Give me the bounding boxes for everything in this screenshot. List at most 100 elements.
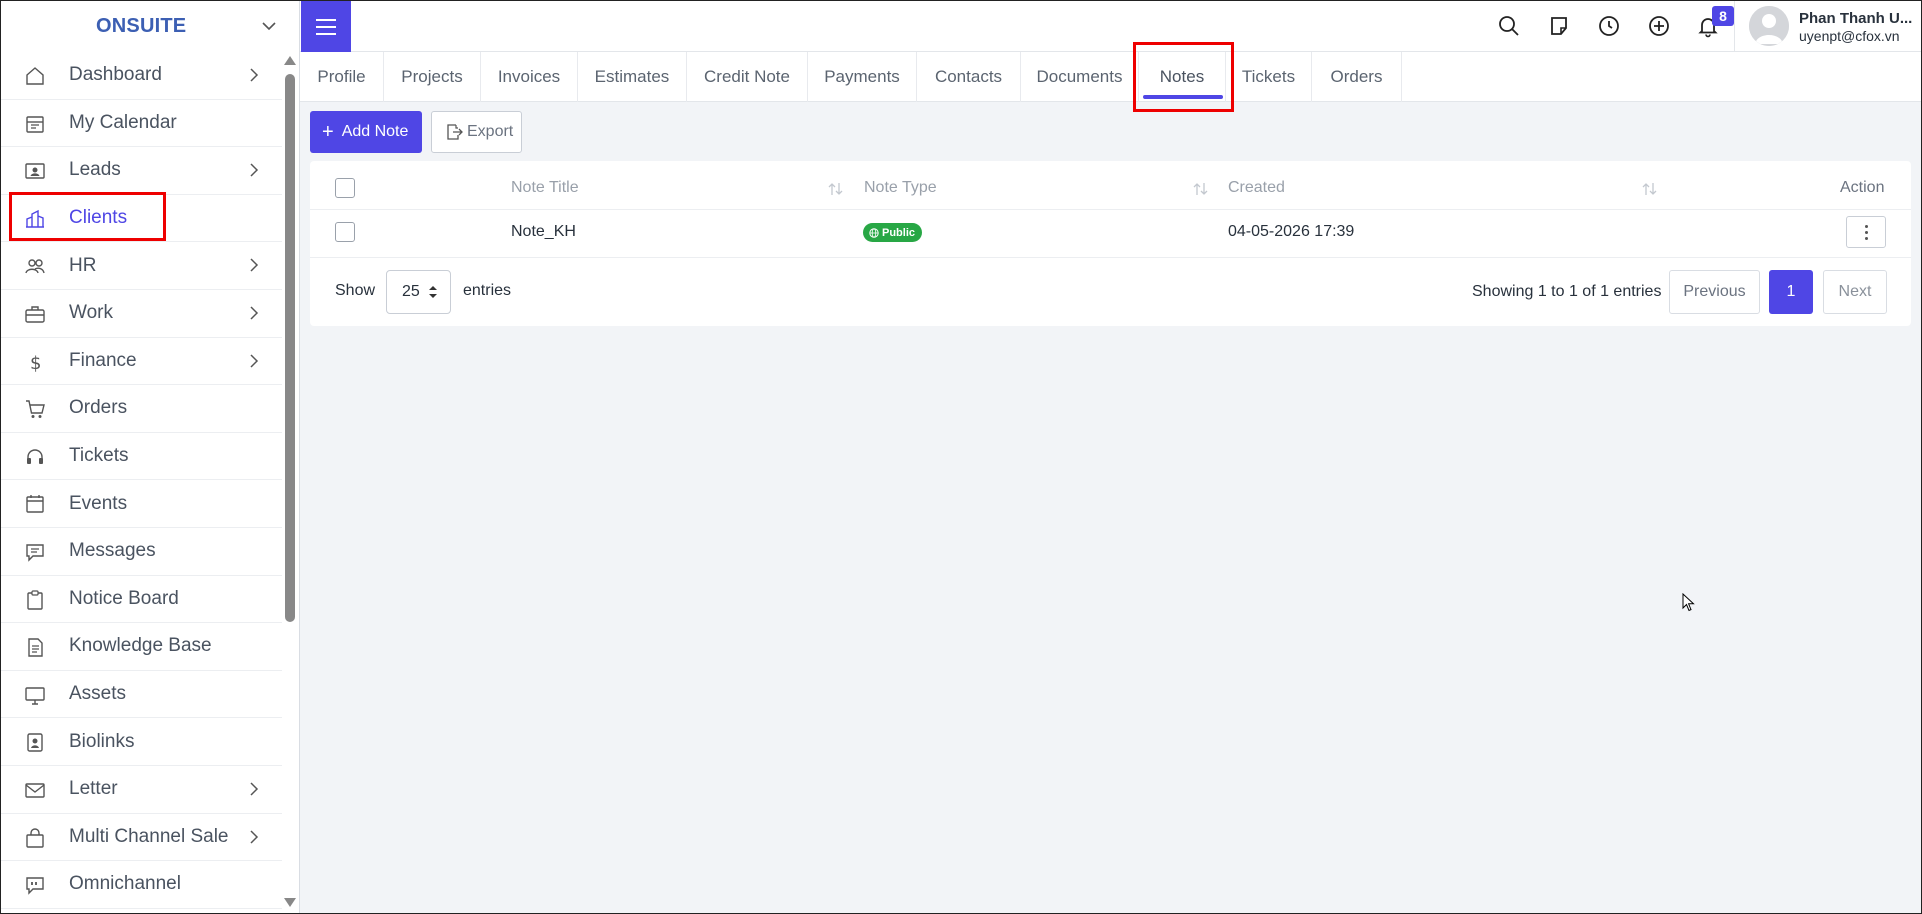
table-header-divider — [310, 209, 1911, 210]
monitor-icon — [25, 687, 45, 705]
sidebar-item-hr[interactable]: HR — [0, 242, 282, 290]
add-circle-icon[interactable] — [1647, 14, 1671, 38]
scrollbar-thumb[interactable] — [285, 74, 295, 622]
user-name[interactable]: Phan Thanh U... — [1799, 10, 1912, 27]
chevron-right-icon[interactable] — [247, 829, 261, 845]
tab-orders[interactable]: Orders — [1312, 52, 1402, 102]
show-label: Show — [335, 282, 376, 299]
select-all-checkbox[interactable] — [335, 178, 355, 198]
badge-person-icon — [27, 733, 43, 753]
column-header-note-title[interactable]: Note Title — [511, 179, 579, 197]
note-title-cell[interactable]: Note_KH — [511, 223, 576, 241]
sidebar-item-label: Events — [69, 492, 128, 514]
top-header: 8 Phan Thanh U... uyenpt@cfox.vn — [300, 0, 1922, 52]
page-size-value: 25 — [402, 283, 420, 300]
sidebar-item-work[interactable]: Work — [0, 290, 282, 338]
column-header-note-type[interactable]: Note Type — [864, 179, 937, 197]
created-cell: 04-05-2026 17:39 — [1228, 223, 1355, 240]
export-icon — [447, 124, 463, 140]
sidebar-item-omnichannel[interactable]: Omnichannel — [0, 861, 282, 909]
sidebar-item-leads[interactable]: Leads — [0, 147, 282, 195]
sidebar-item-label: Biolinks — [69, 730, 135, 752]
contact-card-icon — [25, 163, 45, 179]
tab-contacts[interactable]: Contacts — [917, 52, 1021, 102]
headset-icon — [27, 449, 43, 464]
sticky-note-icon[interactable] — [1547, 14, 1571, 38]
pagination-info: Showing 1 to 1 of 1 entries — [1472, 283, 1662, 300]
sidebar-item-finance[interactable]: $ Finance — [0, 338, 282, 386]
message-icon — [26, 544, 44, 562]
table-row-divider — [310, 257, 1911, 258]
tab-projects[interactable]: Projects — [384, 52, 481, 102]
sidebar-item-label: Orders — [69, 397, 128, 419]
previous-page-button[interactable]: Previous — [1669, 270, 1760, 314]
sort-icon[interactable] — [1641, 181, 1659, 197]
add-note-button[interactable]: + Add Note — [310, 111, 422, 153]
sidebar-item-my-calendar[interactable]: My Calendar — [0, 100, 282, 148]
tab-tickets[interactable]: Tickets — [1226, 52, 1312, 102]
tab-payments[interactable]: Payments — [808, 52, 917, 102]
sidebar-item-biolinks[interactable]: Biolinks — [0, 718, 282, 766]
clock-icon[interactable] — [1597, 14, 1621, 38]
avatar[interactable] — [1749, 6, 1789, 46]
entries-label: entries — [463, 282, 512, 299]
page-1-button[interactable]: 1 — [1769, 270, 1813, 314]
kebab-dot — [1864, 230, 1868, 234]
row-action-menu-button[interactable] — [1846, 216, 1886, 248]
sidebar: ONSUITE Dashboard My Calendar Leads Clients… — [0, 0, 300, 914]
column-header-created[interactable]: Created — [1228, 179, 1285, 197]
user-email: uyenpt@cfox.vn — [1799, 28, 1900, 44]
sidebar-item-dashboard[interactable]: Dashboard — [0, 52, 282, 100]
sidebar-item-label: Multi Channel Sale — [69, 825, 229, 847]
home-icon — [26, 67, 44, 85]
sidebar-item-messages[interactable]: Messages — [0, 528, 282, 576]
sidebar-item-notice-board[interactable]: Notice Board — [0, 576, 282, 624]
add-note-label: Add Note — [341, 123, 409, 140]
bag-icon — [26, 827, 44, 848]
chevron-right-icon[interactable] — [247, 781, 261, 797]
notes-table-card: Note Title Note Type Created Action Note… — [310, 161, 1911, 326]
updown-caret-icon — [429, 286, 437, 298]
scroll-down-arrow-icon[interactable] — [284, 898, 296, 907]
chat-quote-icon — [26, 877, 44, 895]
sidebar-item-tickets[interactable]: Tickets — [0, 433, 282, 481]
page-size-select[interactable]: 25 — [386, 270, 451, 314]
tab-estimates[interactable]: Estimates — [578, 52, 687, 102]
mouse-pointer-icon — [1682, 593, 1695, 612]
chevron-right-icon[interactable] — [247, 305, 261, 321]
menu-toggle-button[interactable] — [301, 1, 351, 52]
chevron-right-icon[interactable] — [247, 67, 261, 83]
chevron-right-icon[interactable] — [247, 162, 261, 178]
tab-profile[interactable]: Profile — [300, 52, 384, 102]
sidebar-item-label: Messages — [69, 540, 156, 562]
sidebar-item-multi-channel-sale[interactable]: Multi Channel Sale — [0, 814, 282, 862]
chevron-right-icon[interactable] — [247, 257, 261, 273]
sidebar-item-events[interactable]: Events — [0, 480, 282, 528]
people-icon — [25, 259, 45, 274]
chevron-right-icon[interactable] — [247, 353, 261, 369]
next-page-button[interactable]: Next — [1823, 270, 1887, 314]
scroll-up-arrow-icon[interactable] — [284, 56, 296, 65]
sort-icon[interactable] — [827, 181, 845, 197]
tab-invoices[interactable]: Invoices — [481, 52, 578, 102]
tab-documents[interactable]: Documents — [1021, 52, 1139, 102]
tab-credit-note[interactable]: Credit Note — [687, 52, 808, 102]
calendar-icon — [26, 115, 44, 133]
sidebar-item-assets[interactable]: Assets — [0, 671, 282, 719]
sort-icon[interactable] — [1192, 181, 1210, 197]
briefcase-icon — [25, 306, 45, 323]
client-tabs: Profile Projects Invoices Estimates Cred… — [300, 52, 1922, 102]
search-icon[interactable] — [1497, 14, 1521, 38]
user-silhouette-icon — [1749, 6, 1789, 46]
sidebar-item-knowledge-base[interactable]: Knowledge Base — [0, 623, 282, 671]
globe-icon — [869, 227, 879, 238]
brand-switcher[interactable]: ONSUITE — [0, 0, 300, 52]
export-button[interactable]: Export — [431, 111, 522, 153]
sidebar-item-orders[interactable]: Orders — [0, 385, 282, 433]
sidebar-item-letter[interactable]: Letter — [0, 766, 282, 814]
row-checkbox[interactable] — [335, 222, 355, 242]
cart-icon — [26, 400, 45, 419]
column-header-action: Action — [1840, 179, 1885, 196]
sidebar-item-label: My Calendar — [69, 111, 177, 133]
chevron-down-icon[interactable] — [258, 16, 280, 36]
